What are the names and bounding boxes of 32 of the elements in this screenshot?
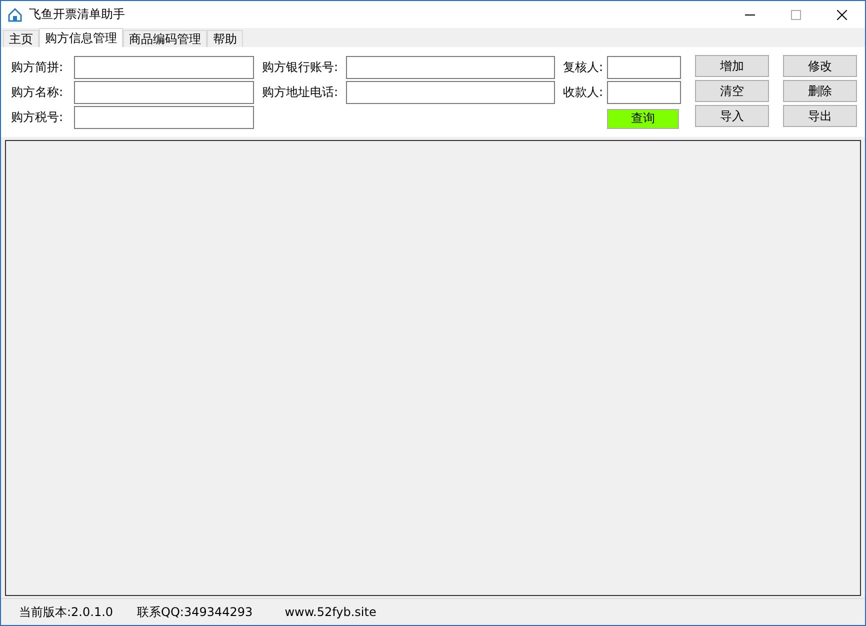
action-button[interactable]: 删除 [783, 80, 857, 102]
field-label: 收款人: [563, 84, 604, 101]
tab[interactable]: 购方信息管理 [39, 28, 123, 47]
tab[interactable]: 商品编码管理 [123, 30, 207, 47]
field-label: 购方简拼: [11, 59, 64, 76]
input-field[interactable] [607, 81, 681, 104]
input-field[interactable] [346, 81, 555, 104]
field-label: 购方税号: [11, 109, 64, 126]
input-field[interactable] [607, 56, 681, 79]
input-field[interactable] [74, 81, 254, 104]
maximize-icon [791, 10, 801, 20]
field-label: 购方地址电话: [262, 84, 340, 101]
contact-text: 联系QQ:349344293 [137, 604, 253, 620]
field-label: 购方银行账号: [262, 59, 340, 76]
query-button[interactable]: 查询 [607, 108, 679, 128]
website-text: www.52fyb.site [284, 605, 376, 619]
close-icon [837, 10, 847, 20]
tab[interactable]: 帮助 [207, 30, 243, 47]
window-title: 飞鱼开票清单助手 [29, 6, 125, 23]
action-button[interactable]: 导出 [783, 105, 857, 127]
action-button[interactable]: 修改 [783, 55, 857, 77]
action-button[interactable]: 导入 [695, 105, 769, 127]
app-icon [7, 6, 23, 22]
field-label: 复核人: [563, 59, 604, 76]
version-text: 当前版本:2.0.1.0 [19, 604, 114, 620]
input-field[interactable] [74, 56, 254, 79]
input-field[interactable] [74, 106, 254, 129]
field-label: 购方名称: [11, 84, 64, 101]
tab[interactable]: 主页 [3, 30, 39, 47]
action-button[interactable]: 清空 [695, 80, 769, 102]
input-field[interactable] [346, 56, 555, 79]
action-button[interactable]: 增加 [695, 55, 769, 77]
